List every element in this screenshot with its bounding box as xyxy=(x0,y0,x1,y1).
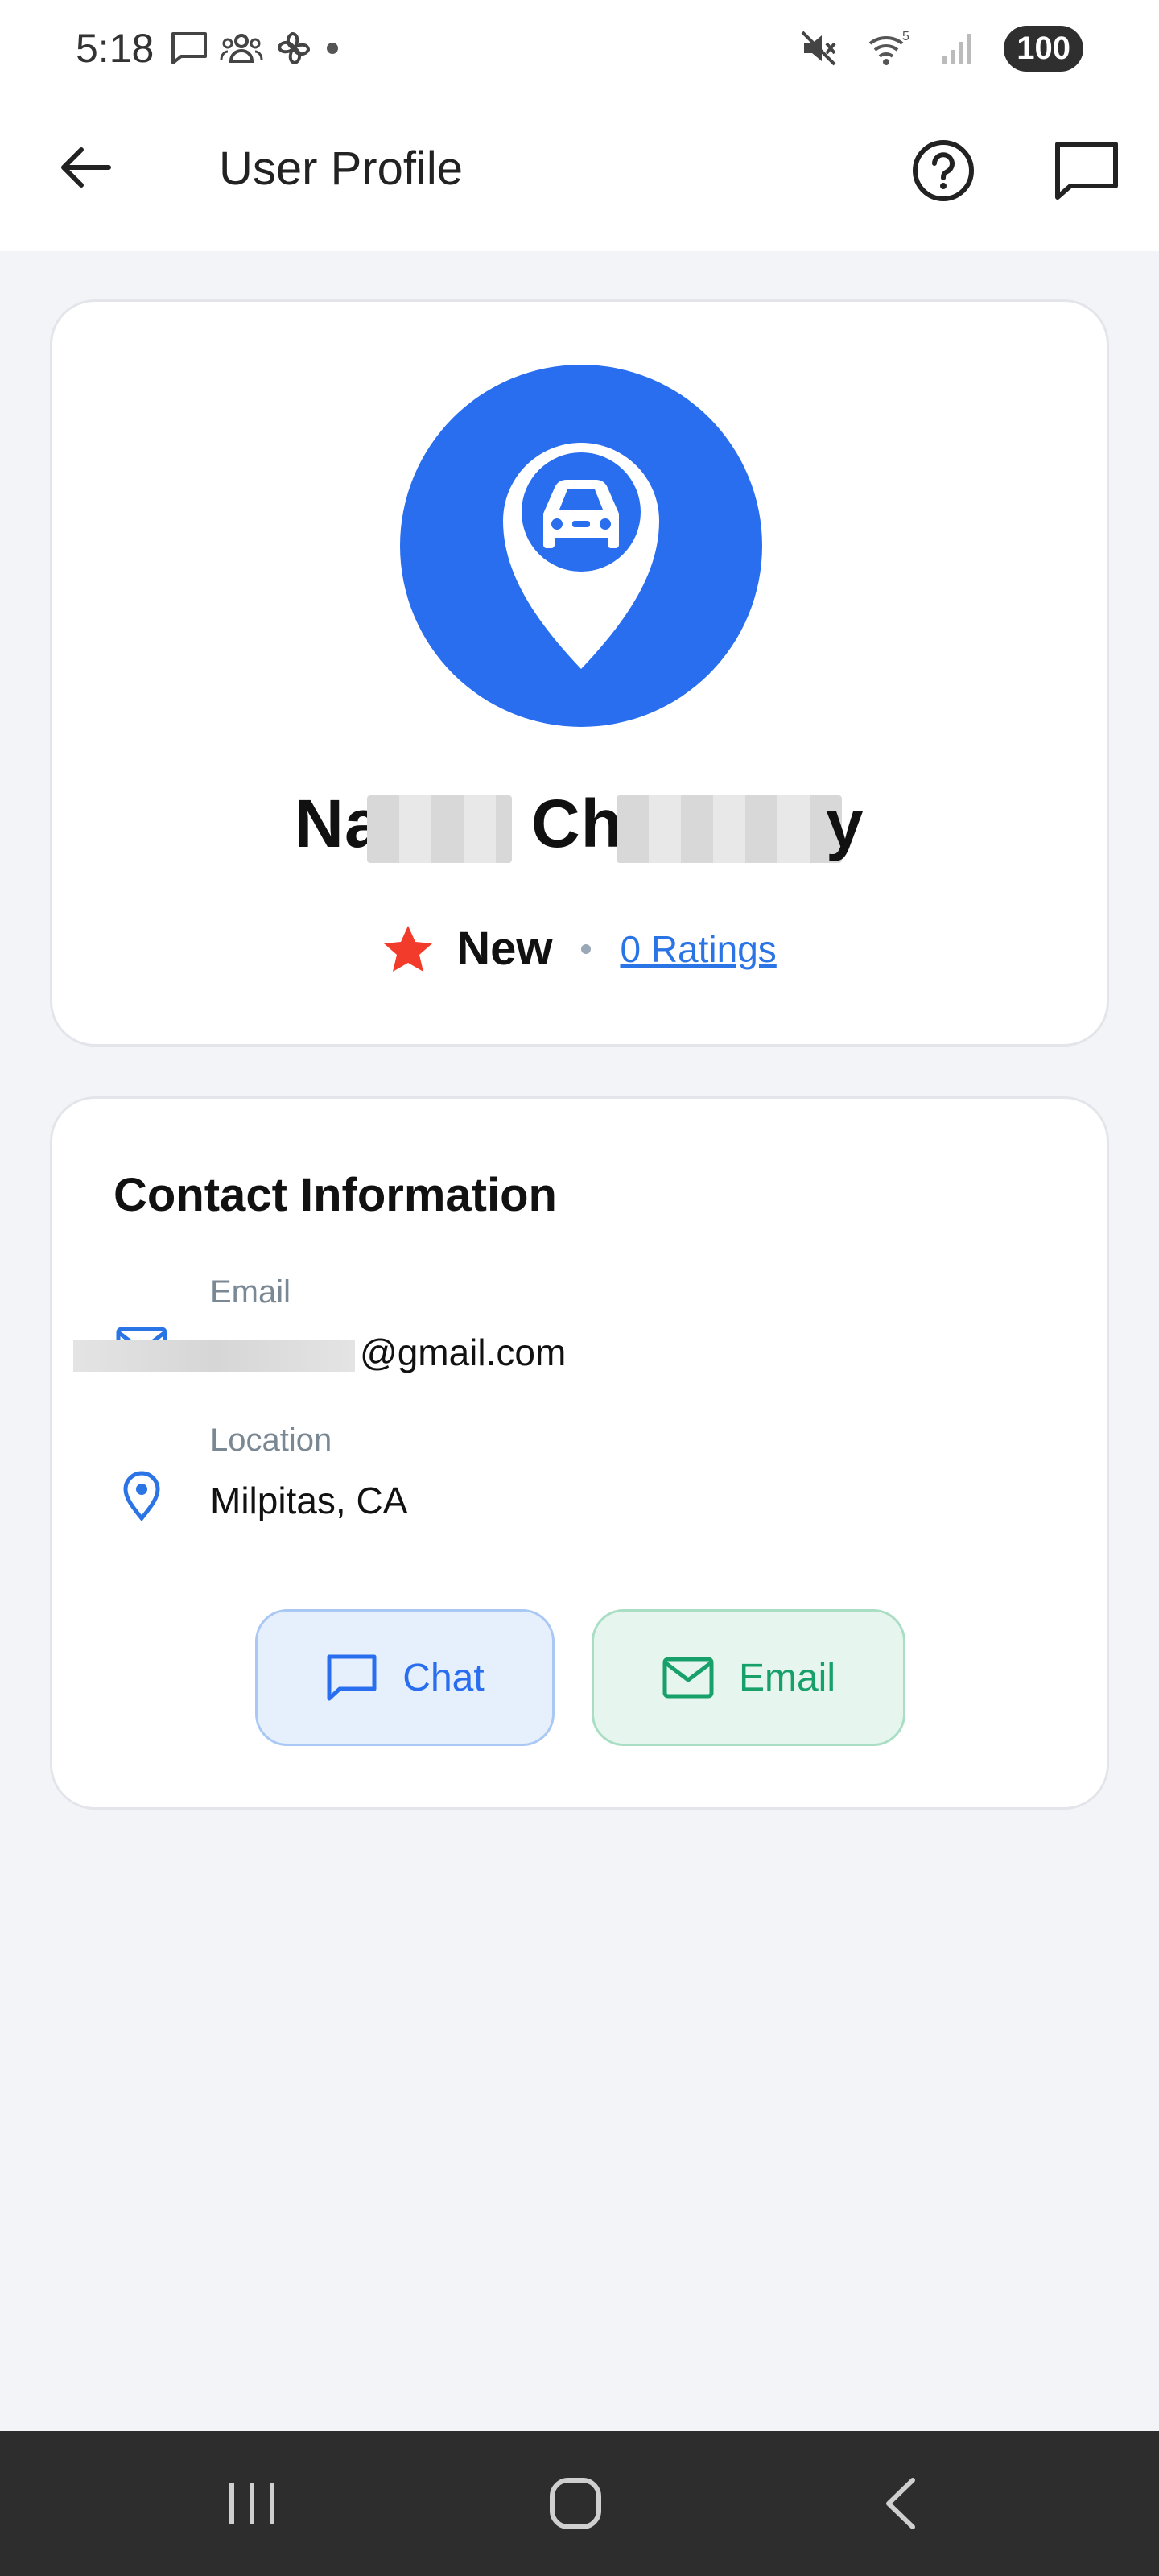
message-icon xyxy=(170,31,208,66)
fan-icon xyxy=(274,29,313,68)
email-domain: @gmail.com xyxy=(360,1331,567,1373)
home-icon[interactable] xyxy=(531,2463,620,2544)
mute-icon xyxy=(799,29,838,68)
dot-icon xyxy=(324,40,340,56)
mail-icon xyxy=(662,1656,715,1699)
recents-icon[interactable] xyxy=(208,2463,296,2544)
email-label: Email xyxy=(210,1274,291,1310)
rating-row: New 0 Ratings xyxy=(52,922,1107,976)
contact-card: Contact Information Email @gmail.com Loc… xyxy=(50,1096,1109,1810)
email-button[interactable]: Email xyxy=(592,1609,905,1746)
email-row: Email @gmail.com xyxy=(52,1274,1107,1411)
email-value[interactable]: @gmail.com xyxy=(73,1331,567,1374)
location-pin-icon xyxy=(113,1468,170,1524)
redacted-block xyxy=(366,795,512,863)
location-label: Location xyxy=(210,1422,332,1458)
email-button-label: Email xyxy=(738,1656,836,1699)
car-location-pin-icon xyxy=(400,365,762,727)
group-icon xyxy=(220,32,263,64)
user-name-last: Ch xyxy=(531,786,623,861)
wifi-icon: 5 xyxy=(867,29,912,68)
rating-status: New xyxy=(456,923,553,975)
signal-icon xyxy=(941,31,975,66)
location-value: Milpitas, CA xyxy=(210,1480,408,1521)
back-arrow-icon[interactable] xyxy=(52,134,119,201)
location-row: Location Milpitas, CA xyxy=(52,1422,1107,1559)
wifi-band-label: 5 xyxy=(902,30,909,43)
page-title: User Profile xyxy=(219,142,463,195)
ratings-link[interactable]: 0 Ratings xyxy=(620,927,776,971)
section-title: Contact Information xyxy=(113,1169,557,1221)
help-icon[interactable] xyxy=(905,132,982,209)
system-nav-bar xyxy=(0,2431,1159,2576)
chat-button[interactable]: Chat xyxy=(255,1609,555,1746)
redacted-block xyxy=(73,1339,355,1372)
star-icon xyxy=(382,924,434,974)
status-time: 5:18 xyxy=(76,26,155,71)
separator-dot xyxy=(581,943,592,954)
chat-button-label: Chat xyxy=(402,1656,485,1699)
top-app-bar: User Profile xyxy=(0,97,1159,251)
user-name: Na Ch y xyxy=(52,785,1107,863)
redacted-block xyxy=(617,795,842,863)
back-icon[interactable] xyxy=(856,2463,945,2544)
profile-card: Na Ch y New 0 Ratings xyxy=(50,299,1109,1046)
battery-icon: 100 xyxy=(1004,25,1083,72)
user-name-tail: y xyxy=(826,786,864,861)
chat-icon xyxy=(325,1653,378,1703)
chat-bubble-icon[interactable] xyxy=(1048,132,1125,209)
status-bar: 5:18 5 100 xyxy=(0,0,1159,97)
